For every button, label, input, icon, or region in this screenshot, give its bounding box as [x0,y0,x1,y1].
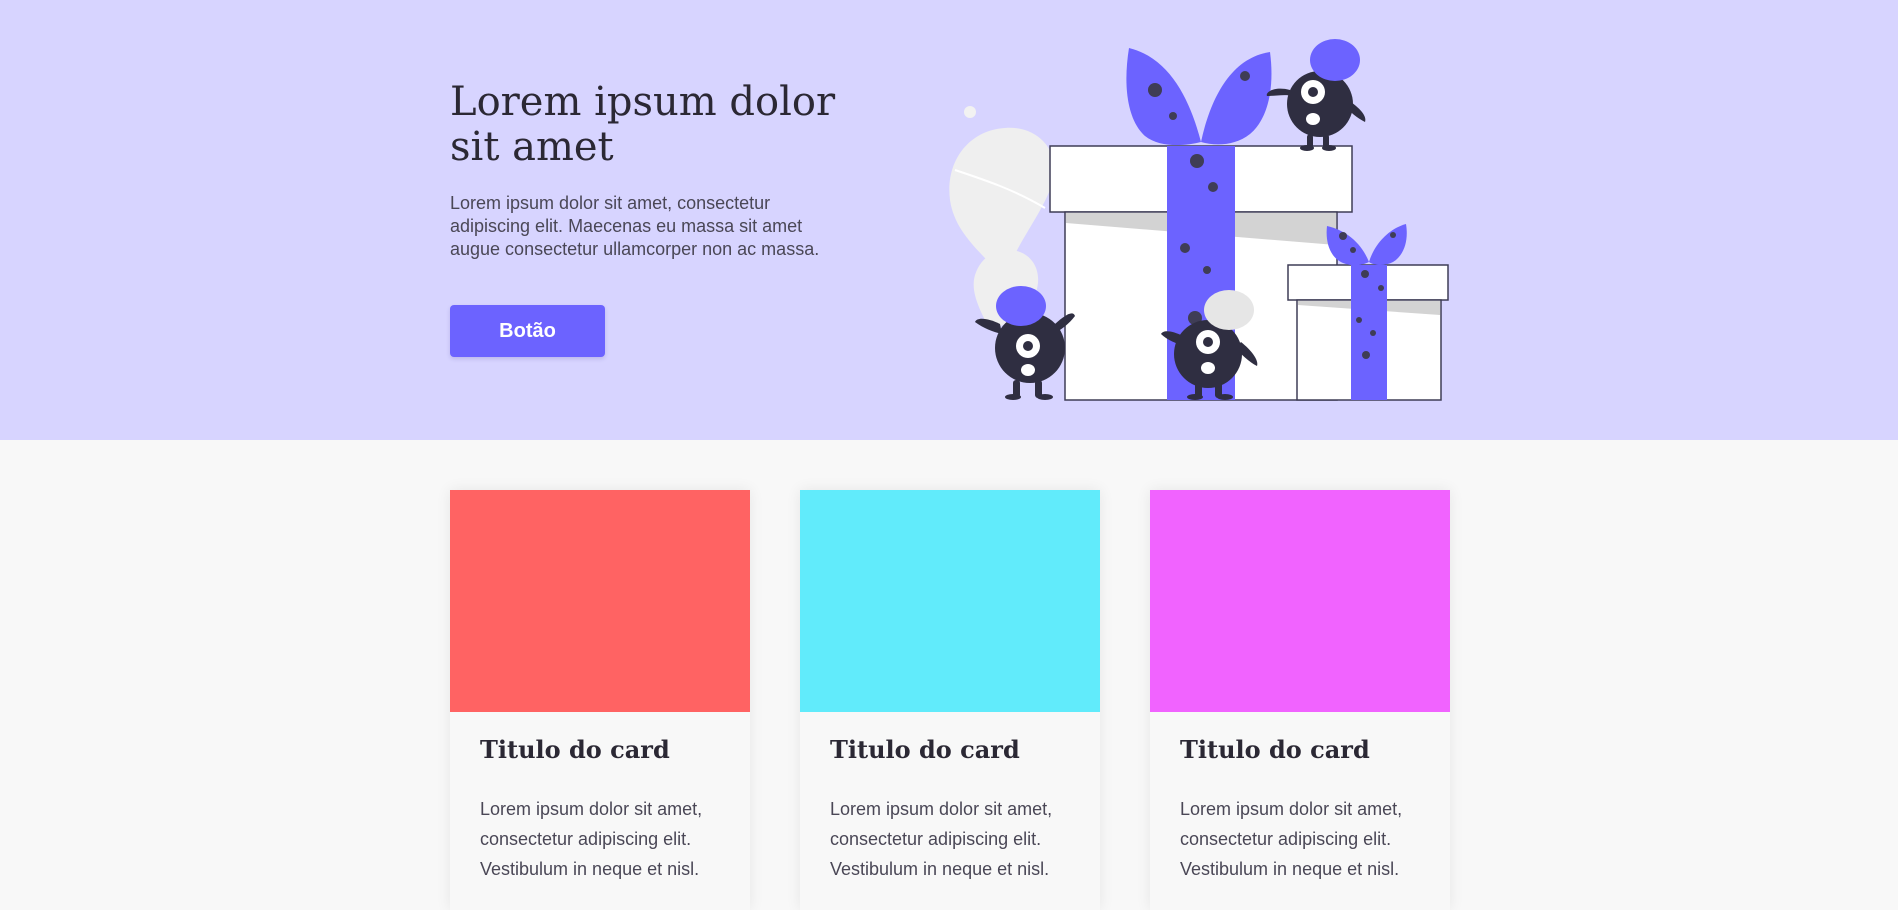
card-title: Titulo do card [480,735,670,764]
hero-section: Lorem ipsum dolor sit amet Lorem ipsum d… [0,0,1898,440]
card-text: Lorem ipsum dolor sit amet, consectetur … [1180,799,1403,879]
card-text: Lorem ipsum dolor sit amet, consectetur … [480,799,703,879]
gift-boxes-monsters-illustration [949,39,1449,401]
card[interactable]: Titulo do card Lorem ipsum dolor sit ame… [800,490,1100,910]
hero-description: Lorem ipsum dolor sit amet, consectetur … [450,193,820,259]
card[interactable]: Titulo do card Lorem ipsum dolor sit ame… [450,490,750,910]
card-text: Lorem ipsum dolor sit amet, consectetur … [830,799,1053,879]
card-image [800,490,1100,712]
card-title: Titulo do card [830,735,1020,764]
card-title: Titulo do card [1180,735,1370,764]
hero-button[interactable]: Botão [450,305,605,357]
card-image [450,490,750,712]
hero-title: Lorem ipsum dolor sit amet [450,79,836,170]
card[interactable]: Titulo do card Lorem ipsum dolor sit ame… [1150,490,1450,910]
card-image [1150,490,1450,712]
